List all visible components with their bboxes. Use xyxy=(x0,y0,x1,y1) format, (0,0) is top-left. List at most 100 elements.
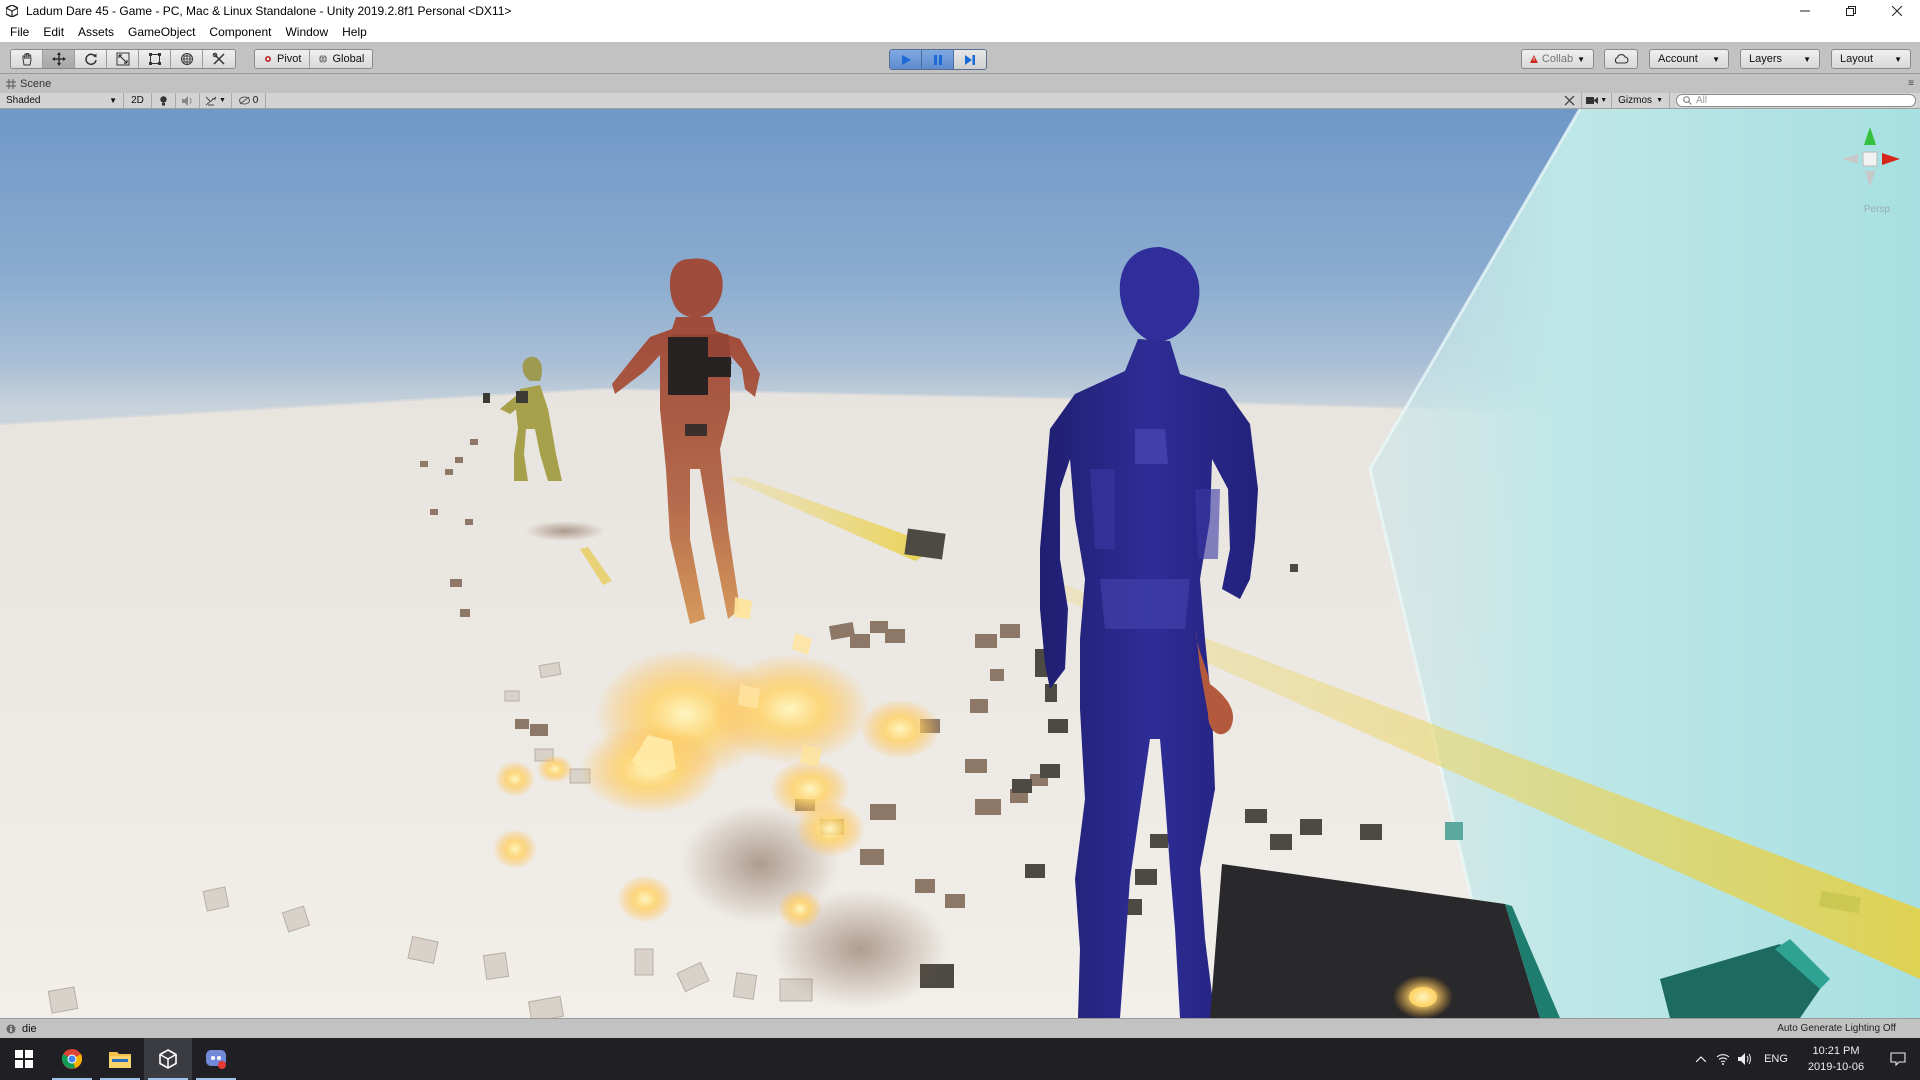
menu-component[interactable]: Component xyxy=(202,25,278,39)
cloud-button[interactable] xyxy=(1604,49,1638,69)
transform-tool-button[interactable] xyxy=(171,50,203,68)
tray-overflow-button[interactable] xyxy=(1690,1056,1712,1062)
layers-caret-icon: ▼ xyxy=(1803,54,1811,64)
camera-dropdown[interactable]: ▼ xyxy=(1582,93,1613,108)
pause-button[interactable] xyxy=(922,50,954,69)
account-label: Account xyxy=(1658,53,1698,65)
main-toolbar: Pivot Global Collab ▼ Account ▼ Layers ▼… xyxy=(0,42,1920,74)
volume-button[interactable] xyxy=(1734,1053,1756,1065)
taskbar-file-explorer[interactable] xyxy=(96,1038,144,1080)
scale-tool-button[interactable] xyxy=(107,50,139,68)
search-icon xyxy=(1683,96,1692,105)
system-tray: ENG 10:21 PM 2019-10-06 xyxy=(1690,1038,1920,1080)
global-toggle[interactable]: Global xyxy=(310,50,373,68)
hand-icon xyxy=(22,53,32,66)
scene-viewport[interactable]: Persp xyxy=(0,109,1920,1018)
scene-search-input[interactable]: All xyxy=(1676,94,1916,107)
gizmos-label: Gizmos xyxy=(1618,95,1653,106)
start-button[interactable] xyxy=(0,1038,48,1080)
menu-file[interactable]: File xyxy=(3,25,36,39)
collab-button[interactable]: Collab ▼ xyxy=(1521,49,1594,69)
scene-grid-icon xyxy=(6,79,16,89)
effects-dropdown[interactable]: ▼ xyxy=(200,93,232,108)
step-icon xyxy=(965,54,975,65)
gizmos-dropdown[interactable]: Gizmos ▼ xyxy=(1612,93,1670,108)
lighting-status[interactable]: Auto Generate Lighting Off xyxy=(1777,1023,1896,1034)
camera-caret-icon: ▼ xyxy=(1600,97,1608,104)
menu-help[interactable]: Help xyxy=(335,25,374,39)
scene-render xyxy=(0,109,1920,1018)
rotate-tool-button[interactable] xyxy=(75,50,107,68)
effects-icon xyxy=(205,96,217,105)
layout-dropdown[interactable]: Layout ▼ xyxy=(1831,49,1911,69)
network-button[interactable] xyxy=(1712,1053,1734,1065)
playback-controls xyxy=(889,49,987,70)
minimize-button[interactable] xyxy=(1782,0,1828,22)
layout-label: Layout xyxy=(1840,53,1874,65)
transform-icon xyxy=(180,53,193,65)
unity-logo-icon xyxy=(4,3,20,19)
pause-icon xyxy=(933,54,942,65)
camera-icon xyxy=(1586,97,1599,104)
persp-label-text: Persp xyxy=(1863,204,1890,215)
minimize-icon xyxy=(1800,10,1810,12)
speaker-icon xyxy=(182,95,192,106)
globe-icon xyxy=(319,54,328,64)
menu-assets[interactable]: Assets xyxy=(71,25,121,39)
lightbulb-icon xyxy=(160,95,167,105)
pivot-toggle[interactable]: Pivot xyxy=(255,50,311,68)
move-icon xyxy=(51,52,66,66)
folder-icon xyxy=(109,1052,131,1068)
info-icon xyxy=(6,1024,16,1033)
hidden-count: 0 xyxy=(252,95,259,106)
panel-menu-icon[interactable]: ≡ xyxy=(1908,78,1914,89)
scene-view-toolbar: Shaded ▼ 2D ▼ 0 ▼ Gizmos ▼ All xyxy=(0,93,1920,109)
taskbar-clock[interactable]: 10:21 PM 2019-10-06 xyxy=(1796,1043,1876,1075)
menu-window[interactable]: Window xyxy=(278,25,335,39)
shading-mode-dropdown[interactable]: Shaded ▼ xyxy=(0,93,124,108)
step-button[interactable] xyxy=(954,50,986,69)
console-message[interactable]: die xyxy=(6,1023,37,1035)
cloud-icon xyxy=(1614,54,1629,64)
play-button[interactable] xyxy=(890,50,922,69)
restore-button[interactable] xyxy=(1828,0,1874,22)
pivot-icon xyxy=(265,56,271,62)
taskbar-unity[interactable] xyxy=(144,1038,192,1080)
gizmos-caret-icon: ▼ xyxy=(1656,97,1663,104)
mode-2d-toggle[interactable]: 2D xyxy=(124,93,152,108)
discord-icon xyxy=(206,1050,226,1069)
language-indicator[interactable]: ENG xyxy=(1756,1053,1796,1065)
hand-tool-button[interactable] xyxy=(11,50,43,68)
rect-icon xyxy=(148,53,161,65)
lighting-toggle[interactable] xyxy=(152,93,176,108)
console-message-text: die xyxy=(22,1022,37,1035)
scene-tools-button[interactable] xyxy=(1558,93,1583,108)
taskbar-discord[interactable] xyxy=(192,1038,240,1080)
shading-caret-icon: ▼ xyxy=(109,96,117,105)
close-icon xyxy=(1892,6,1902,16)
layers-dropdown[interactable]: Layers ▼ xyxy=(1740,49,1820,69)
window-title: Ladum Dare 45 - Game - PC, Mac & Linux S… xyxy=(26,4,512,18)
rect-tool-button[interactable] xyxy=(139,50,171,68)
hidden-objects-toggle[interactable]: 0 xyxy=(232,93,266,108)
mode-2d-label: 2D xyxy=(131,95,144,106)
audio-toggle[interactable] xyxy=(176,93,200,108)
warning-icon xyxy=(1530,55,1538,63)
taskbar-chrome[interactable] xyxy=(48,1038,96,1080)
shading-mode-label: Shaded xyxy=(6,95,41,106)
menu-bar: File Edit Assets GameObject Component Wi… xyxy=(0,22,1920,42)
menu-edit[interactable]: Edit xyxy=(36,25,71,39)
projection-label[interactable]: Persp xyxy=(1864,204,1890,215)
global-label: Global xyxy=(332,53,365,65)
menu-gameobject[interactable]: GameObject xyxy=(121,25,202,39)
tab-scene[interactable]: Scene xyxy=(6,78,51,90)
layout-caret-icon: ▼ xyxy=(1894,54,1902,64)
pivot-label: Pivot xyxy=(277,53,302,65)
search-placeholder: All xyxy=(1696,95,1708,106)
account-dropdown[interactable]: Account ▼ xyxy=(1649,49,1729,69)
action-center-button[interactable] xyxy=(1876,1052,1920,1066)
close-button[interactable] xyxy=(1874,0,1920,22)
clock-date: 2019-10-06 xyxy=(1807,1061,1865,1073)
custom-tool-button[interactable] xyxy=(203,50,235,68)
move-tool-button[interactable] xyxy=(43,50,75,68)
